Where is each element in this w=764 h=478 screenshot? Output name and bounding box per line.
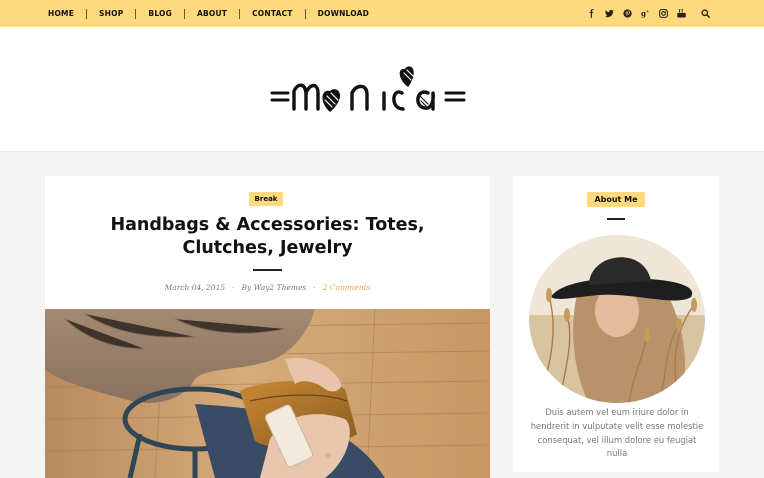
title-divider <box>253 269 282 271</box>
nav-item-home[interactable]: HOME <box>48 9 74 18</box>
post-featured-image[interactable] <box>45 309 490 478</box>
main-nav: HOME SHOP BLOG ABOUT CONTACT DOWNLOAD <box>48 0 369 27</box>
google-plus-icon[interactable]: g <box>641 9 650 18</box>
post-title[interactable]: Handbags & Accessories: Totes, Clutches,… <box>85 214 450 260</box>
nav-divider <box>135 8 137 19</box>
nav-divider <box>304 8 306 19</box>
youtube-icon[interactable] <box>677 9 686 18</box>
site-header <box>0 27 764 152</box>
twitter-icon[interactable] <box>605 9 614 18</box>
nav-item-shop[interactable]: SHOP <box>99 9 123 18</box>
facebook-icon[interactable] <box>587 9 596 18</box>
post-meta: March 04, 2015 · By Way2 Themes · 2 Comm… <box>45 283 490 292</box>
site-logo[interactable] <box>268 49 498 129</box>
about-avatar <box>529 235 705 403</box>
post-comments-link[interactable]: 2 Comments <box>323 283 371 292</box>
post-author[interactable]: By Way2 Themes <box>242 283 307 292</box>
nav-divider <box>239 8 241 19</box>
instagram-icon[interactable] <box>659 9 668 18</box>
nav-item-blog[interactable]: BLOG <box>148 9 172 18</box>
post-card: Break Handbags & Accessories: Totes, Clu… <box>45 176 490 478</box>
pinterest-icon[interactable] <box>623 9 632 18</box>
search-icon[interactable] <box>701 9 710 18</box>
nav-item-about[interactable]: ABOUT <box>197 9 227 18</box>
about-text: Duis autem vel eum iriure dolor in hendr… <box>530 407 704 459</box>
nav-divider <box>86 8 88 19</box>
nav-divider <box>183 8 185 19</box>
meta-separator: · <box>232 283 235 292</box>
top-bar: HOME SHOP BLOG ABOUT CONTACT DOWNLOAD g <box>0 0 764 27</box>
meta-separator: · <box>313 283 316 292</box>
widget-title: About Me <box>587 192 645 207</box>
post-category-badge[interactable]: Break <box>249 192 283 206</box>
social-links: g <box>587 0 710 27</box>
nav-item-download[interactable]: DOWNLOAD <box>318 9 369 18</box>
svg-text:g: g <box>641 9 646 18</box>
post-date: March 04, 2015 <box>164 283 226 292</box>
about-widget: About Me Duis autem vel eum iriure dolor… <box>513 176 719 472</box>
widget-divider <box>607 218 625 220</box>
nav-item-contact[interactable]: CONTACT <box>252 9 293 18</box>
